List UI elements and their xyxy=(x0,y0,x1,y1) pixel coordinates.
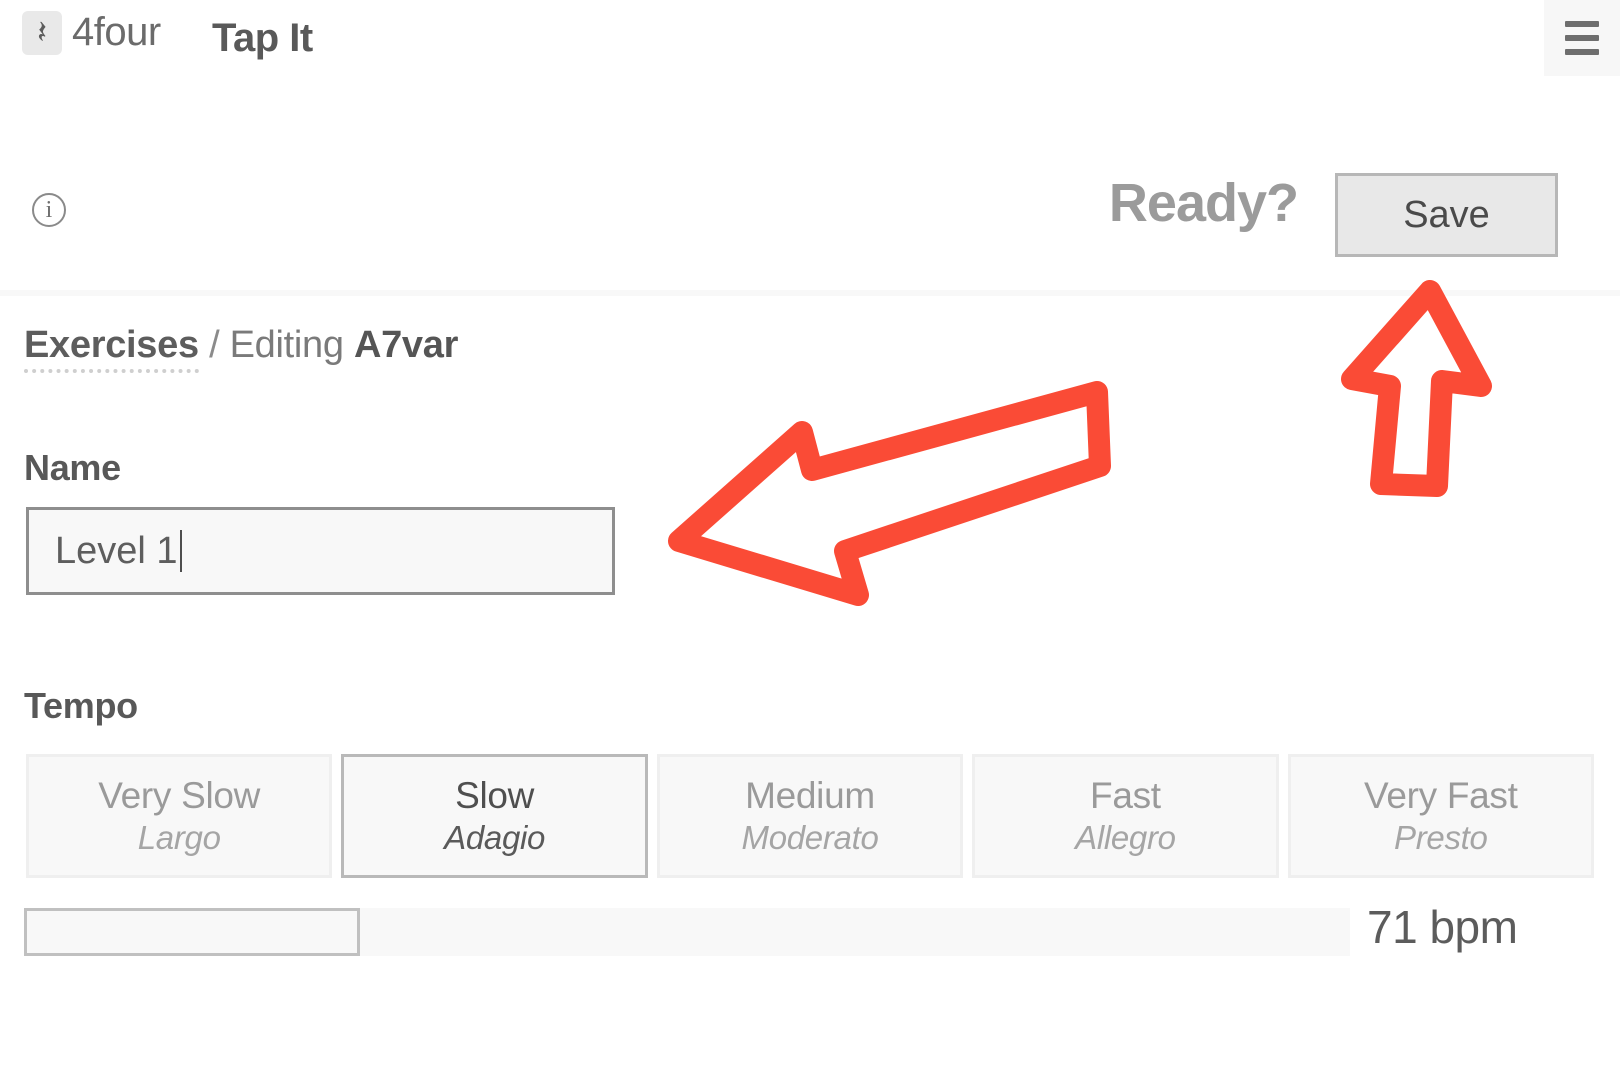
menu-bar-1 xyxy=(1565,21,1599,27)
menu-bar-3 xyxy=(1565,49,1599,55)
tempo-option-main-label: Fast xyxy=(1090,775,1161,816)
bpm-value-label: 71 bpm xyxy=(1367,901,1518,953)
breadcrumb-current-exercise: A7var xyxy=(353,324,459,366)
annotation-arrow-to-name-field xyxy=(668,381,1111,606)
tempo-option-sub-label: Moderato xyxy=(741,819,879,856)
tempo-option-very-slow[interactable]: Very Slow Largo xyxy=(26,754,333,878)
brand-name: 4four xyxy=(72,10,161,54)
action-bar: i Ready? Save xyxy=(0,160,1620,270)
tempo-option-slow[interactable]: Slow Adagio xyxy=(341,754,648,878)
tempo-option-medium[interactable]: Medium Moderato xyxy=(656,754,964,878)
info-icon-glyph: i xyxy=(45,197,53,223)
logo-glyph: 𝄽 xyxy=(37,12,47,51)
tempo-option-group: Very Slow Largo Slow Adagio Medium Moder… xyxy=(26,754,1595,878)
hamburger-menu-icon[interactable] xyxy=(1544,0,1620,76)
app-root: 𝄽 4four Tap It i Ready? Save Exercises /… xyxy=(0,0,1620,1080)
text-caret xyxy=(179,530,182,572)
bpm-slider-handle[interactable] xyxy=(24,908,360,956)
breadcrumb-link-exercises[interactable]: Exercises xyxy=(24,324,199,373)
tempo-option-sub-label: Largo xyxy=(137,819,221,856)
save-button[interactable]: Save xyxy=(1335,173,1558,257)
tempo-option-main-label: Slow xyxy=(455,775,535,816)
brand[interactable]: 𝄽 4four xyxy=(22,10,161,55)
tempo-field-label: Tempo xyxy=(24,685,138,726)
annotation-arrow-to-save-button xyxy=(1341,280,1492,497)
tempo-option-main-label: Medium xyxy=(745,775,875,816)
ready-status-label: Ready? xyxy=(1108,173,1299,233)
breadcrumb-action: Editing xyxy=(229,324,344,366)
tempo-option-main-label: Very Slow xyxy=(98,775,261,816)
tempo-option-sub-label: Adagio xyxy=(444,819,546,856)
menu-bar-2 xyxy=(1565,35,1599,41)
name-field-label: Name xyxy=(24,447,121,488)
tempo-option-fast[interactable]: Fast Allegro xyxy=(972,754,1279,878)
name-input[interactable]: Level 1 xyxy=(26,507,615,595)
name-input-value: Level 1 xyxy=(55,529,178,572)
tempo-option-main-label: Very Fast xyxy=(1364,775,1518,816)
info-icon[interactable]: i xyxy=(32,193,66,227)
tempo-option-sub-label: Allegro xyxy=(1075,819,1176,856)
top-bar: 𝄽 4four Tap It xyxy=(0,0,1620,80)
breadcrumb: Exercises / Editing A7var xyxy=(24,324,459,373)
page-title: Tap It xyxy=(212,16,313,60)
tempo-option-very-fast[interactable]: Very Fast Presto xyxy=(1287,754,1595,878)
tempo-option-sub-label: Presto xyxy=(1394,819,1488,856)
header-divider xyxy=(0,290,1620,296)
breadcrumb-separator: / xyxy=(209,324,220,366)
bpm-slider[interactable] xyxy=(24,908,1350,956)
quarter-rest-icon: 𝄽 xyxy=(22,10,62,55)
